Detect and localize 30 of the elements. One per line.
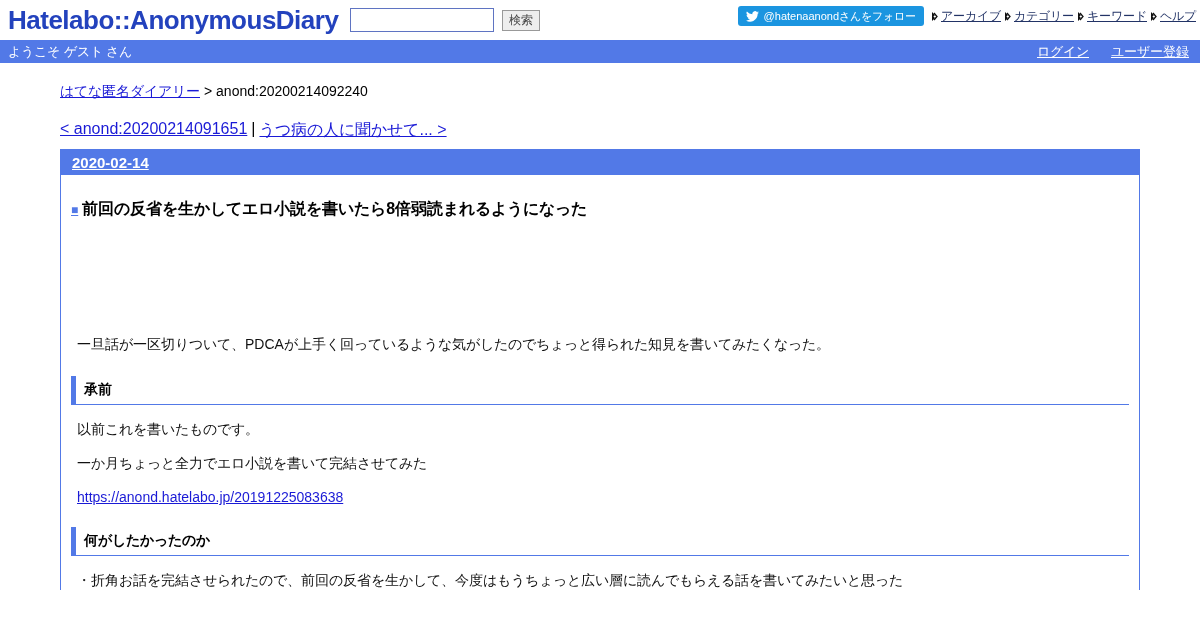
nav-link[interactable]: ヘルプ (1160, 7, 1196, 25)
chevron-icon (1078, 11, 1084, 21)
site-logo[interactable]: Hatelabo::AnonymousDiary (8, 4, 339, 36)
search-button[interactable]: 検索 (502, 9, 541, 31)
body-paragraph: 以前これを書いたものです。 (77, 421, 260, 439)
chevron-icon (1151, 11, 1157, 21)
chevron-icon (932, 11, 938, 21)
breadcrumb-link[interactable]: はてな匿名ダイアリー (60, 83, 200, 101)
next-entry-link[interactable]: うつ病の人に聞かせて... > (259, 120, 447, 141)
account-link[interactable]: ユーザー登録 (1111, 42, 1189, 61)
section-heading: 承前 (71, 376, 1129, 405)
search-field[interactable] (350, 8, 495, 32)
url-link[interactable]: https://anond.hatelabo.jp/20191225083638 (77, 489, 344, 505)
date-link[interactable]: 2020-02-14 (72, 154, 149, 171)
pager-separator: | (251, 120, 256, 139)
body-paragraph: 一か月ちょっと全力でエロ小説を書いて完結させてみた (77, 455, 428, 473)
chevron-icon (1005, 11, 1011, 21)
nav-link[interactable]: キーワード (1087, 7, 1147, 25)
breadcrumb-current: > anond:20200214092240 (204, 83, 368, 101)
previous-entry-link[interactable]: < anond:20200214091651 (60, 120, 248, 141)
account-link[interactable]: ログイン (1037, 42, 1089, 61)
entry-title: 前回の反省を生かしてエロ小説を書いたら8倍弱読まれるようになった (82, 199, 588, 220)
bird-icon (745, 10, 759, 22)
body-paragraph: ・折角お話を完結させられたので、前回の反省を生かして、今度はもうちょっと広い層に読んでもらえる話を書いてみたいと思った (77, 572, 904, 590)
section-heading: 何がしたかったのか (71, 527, 1129, 556)
nav-link[interactable]: アーカイブ (941, 7, 1001, 25)
body-paragraph: 一旦話が一区切りついて、PDCAが上手く回っているような気がしたのでちょっと得られた知見を書いてみたくなった。 (77, 336, 831, 354)
welcome-text: ようこそ ゲスト さん (8, 42, 133, 61)
nav-link[interactable]: カテゴリー (1014, 7, 1074, 25)
entry-permalink[interactable]: ■ (71, 202, 79, 217)
